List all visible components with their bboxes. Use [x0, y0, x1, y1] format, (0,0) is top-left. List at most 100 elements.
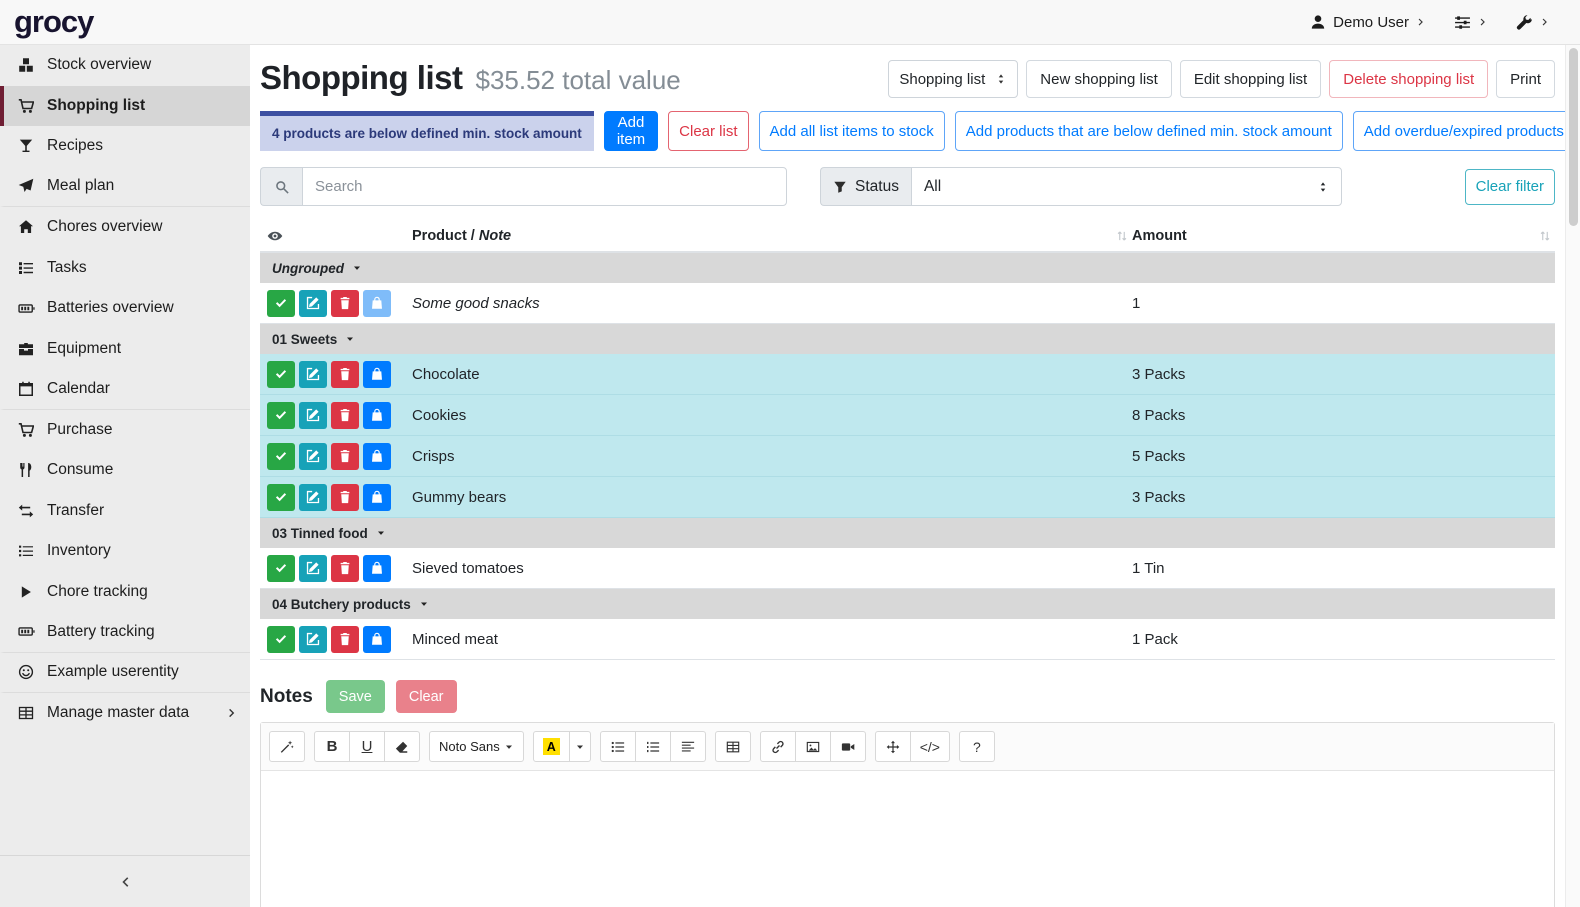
sidebar-item-consume[interactable]: Consume [0, 450, 250, 491]
text-color-caret-button[interactable] [569, 731, 591, 762]
mark-done-button[interactable] [267, 555, 295, 582]
sidebar-item-example-userentity[interactable]: Example userentity [0, 653, 250, 694]
sidebar-item-label: Consume [47, 461, 113, 479]
style-magic-button[interactable] [269, 731, 305, 762]
product-group-header[interactable]: Ungrouped [260, 253, 1555, 283]
add-to-stock-button[interactable] [363, 290, 391, 317]
insert-table-button[interactable] [715, 731, 751, 762]
delete-item-button[interactable] [331, 555, 359, 582]
add-below-min-button[interactable]: Add products that are below defined min.… [955, 111, 1343, 151]
add-overdue-button[interactable]: Add overdue/expired products [1353, 111, 1565, 151]
print-button[interactable]: Print [1496, 60, 1555, 98]
insert-video-button[interactable] [830, 731, 866, 762]
sidebar-item-calendar[interactable]: Calendar [0, 369, 250, 410]
paragraph-button[interactable] [670, 731, 706, 762]
page-scrollbar[interactable] [1565, 45, 1580, 907]
add-to-stock-button[interactable] [363, 484, 391, 511]
search-input[interactable] [302, 167, 787, 206]
sort-icon[interactable] [1539, 230, 1551, 242]
app-logo[interactable]: grocy [14, 4, 93, 40]
mark-done-button[interactable] [267, 443, 295, 470]
sidebar-item-meal-plan[interactable]: Meal plan [0, 167, 250, 208]
eye-icon[interactable] [267, 228, 283, 244]
sidebar-item-transfer[interactable]: Transfer [0, 491, 250, 532]
add-to-stock-button[interactable] [363, 626, 391, 653]
underline-button[interactable]: U [349, 731, 385, 762]
play-icon [16, 585, 36, 599]
add-item-button[interactable]: Add item [604, 111, 658, 151]
admin-menu[interactable] [1516, 14, 1550, 31]
caret-down-icon [504, 742, 514, 752]
mark-done-button[interactable] [267, 626, 295, 653]
edit-item-button[interactable] [299, 484, 327, 511]
settings-menu[interactable] [1454, 14, 1488, 31]
notes-save-button[interactable]: Save [326, 680, 385, 713]
sidebar-item-equipment[interactable]: Equipment [0, 329, 250, 370]
shopping-list-table: Product / Note Amount Ungrouped Some goo… [260, 220, 1555, 660]
editor-help-button[interactable]: ? [959, 731, 995, 762]
add-to-stock-button[interactable] [363, 443, 391, 470]
insert-link-button[interactable] [760, 731, 796, 762]
bold-button[interactable]: B [314, 731, 350, 762]
edit-item-button[interactable] [299, 443, 327, 470]
notes-editor-area[interactable] [261, 771, 1554, 907]
product-group-header[interactable]: 04 Butchery products [260, 589, 1555, 619]
product-group-header[interactable]: 03 Tinned food [260, 518, 1555, 548]
sort-icon[interactable] [1116, 230, 1128, 242]
sidebar-item-shopping-list[interactable]: Shopping list [0, 86, 250, 127]
shopping-list-select[interactable]: Shopping list [888, 60, 1018, 98]
amount-column-header[interactable]: Amount [1132, 228, 1187, 244]
ordered-list-button[interactable] [635, 731, 671, 762]
sidebar-item-manage-master-data[interactable]: Manage master data [0, 693, 250, 734]
product-group-header[interactable]: 01 Sweets [260, 324, 1555, 354]
unordered-list-button[interactable] [600, 731, 636, 762]
new-shopping-list-button[interactable]: New shopping list [1026, 60, 1172, 98]
clear-filter-button[interactable]: Clear filter [1465, 169, 1555, 205]
add-to-stock-button[interactable] [363, 402, 391, 429]
notes-clear-button[interactable]: Clear [396, 680, 457, 713]
user-menu[interactable]: Demo User [1310, 14, 1426, 31]
edit-item-button[interactable] [299, 402, 327, 429]
sidebar-item-stock-overview[interactable]: Stock overview [0, 45, 250, 86]
delete-item-button[interactable] [331, 443, 359, 470]
sidebar-item-purchase[interactable]: Purchase [0, 410, 250, 451]
delete-item-button[interactable] [331, 626, 359, 653]
clear-formatting-button[interactable] [384, 731, 420, 762]
sidebar-item-inventory[interactable]: Inventory [0, 531, 250, 572]
edit-item-button[interactable] [299, 555, 327, 582]
add-all-to-stock-button[interactable]: Add all list items to stock [759, 111, 945, 151]
mark-done-button[interactable] [267, 484, 295, 511]
mark-done-button[interactable] [267, 290, 295, 317]
edit-item-button[interactable] [299, 290, 327, 317]
font-family-button[interactable]: Noto Sans [429, 731, 524, 762]
sidebar-item-chores-overview[interactable]: Chores overview [0, 207, 250, 248]
text-color-button[interactable]: A [533, 731, 570, 762]
mark-done-button[interactable] [267, 402, 295, 429]
edit-item-button[interactable] [299, 626, 327, 653]
sidebar-item-recipes[interactable]: Recipes [0, 126, 250, 167]
sidebar-collapse-button[interactable] [0, 855, 250, 907]
below-min-stock-alert[interactable]: 4 products are below defined min. stock … [260, 111, 594, 151]
status-select[interactable]: All [911, 167, 1342, 206]
sidebar-item-tasks[interactable]: Tasks [0, 248, 250, 289]
clear-list-button[interactable]: Clear list [668, 111, 748, 151]
delete-shopping-list-button[interactable]: Delete shopping list [1329, 60, 1488, 98]
scrollbar-thumb[interactable] [1569, 48, 1578, 226]
edit-item-button[interactable] [299, 361, 327, 388]
delete-item-button[interactable] [331, 290, 359, 317]
edit-shopping-list-button[interactable]: Edit shopping list [1180, 60, 1321, 98]
delete-item-button[interactable] [331, 361, 359, 388]
main-content: Shopping list $35.52 total value Shoppin… [250, 45, 1565, 907]
insert-picture-button[interactable] [795, 731, 831, 762]
product-column-header[interactable]: Product / Note [412, 228, 511, 244]
fullscreen-button[interactable] [875, 731, 911, 762]
add-to-stock-button[interactable] [363, 555, 391, 582]
sidebar-item-batteries-overview[interactable]: Batteries overview [0, 288, 250, 329]
delete-item-button[interactable] [331, 402, 359, 429]
delete-item-button[interactable] [331, 484, 359, 511]
sidebar-item-battery-tracking[interactable]: Battery tracking [0, 612, 250, 653]
sidebar-item-chore-tracking[interactable]: Chore tracking [0, 572, 250, 613]
codeview-button[interactable]: </> [910, 731, 950, 762]
add-to-stock-button[interactable] [363, 361, 391, 388]
mark-done-button[interactable] [267, 361, 295, 388]
